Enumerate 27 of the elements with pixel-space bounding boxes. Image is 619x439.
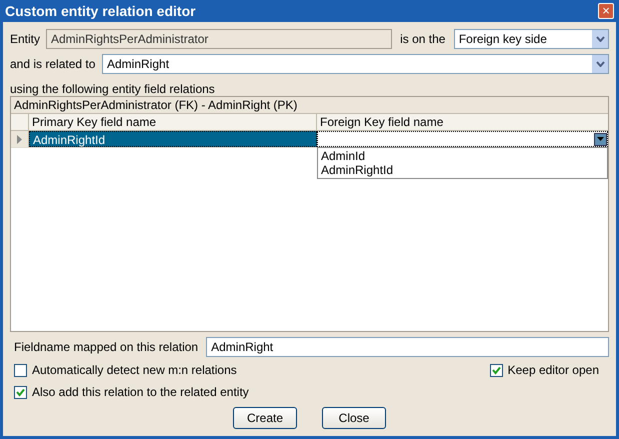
related-entity-dropdown[interactable]: AdminRight xyxy=(102,54,609,74)
field-label: is on the xyxy=(400,31,446,48)
close-button[interactable]: × xyxy=(598,3,614,19)
row-pointer-icon xyxy=(17,134,22,144)
side-dropdown[interactable]: Foreign key side xyxy=(454,29,609,49)
dropdown-option[interactable]: AdminRightId xyxy=(321,163,604,177)
dialog-button[interactable]: Close xyxy=(322,407,386,429)
column-header: Primary Key field name xyxy=(29,114,317,130)
checkbox[interactable] xyxy=(14,364,27,376)
column-header: Foreign Key field name xyxy=(319,114,444,130)
checkbox[interactable] xyxy=(14,386,27,398)
checkbox-label: Also add this relation to the related entity xyxy=(32,384,249,401)
dialog-button[interactable]: Create xyxy=(233,407,297,429)
field-label: Entity xyxy=(10,31,40,48)
checkbox[interactable] xyxy=(490,364,503,376)
grid-cell[interactable]: AdminRightId xyxy=(29,131,317,147)
checkbox-label: Keep editor open xyxy=(508,362,599,379)
grid-caption: AdminRightsPerAdministrator (FK) - AdminRight (PK) xyxy=(11,97,608,114)
fieldname-field[interactable]: AdminRight xyxy=(206,337,609,357)
entity-field[interactable]: AdminRightsPerAdministrator xyxy=(46,29,392,49)
checkbox-label: Automatically detect new m:n relations xyxy=(32,362,237,379)
dropdown-option[interactable]: AdminId xyxy=(321,149,604,163)
field-label: and is related to xyxy=(10,56,96,73)
window-title: Custom entity relation editor xyxy=(5,2,196,21)
field-label: Fieldname mapped on this relation xyxy=(13,339,198,356)
grid-row[interactable]: AdminRightId xyxy=(11,131,608,148)
section-label: using the following entity field relations xyxy=(10,82,216,96)
